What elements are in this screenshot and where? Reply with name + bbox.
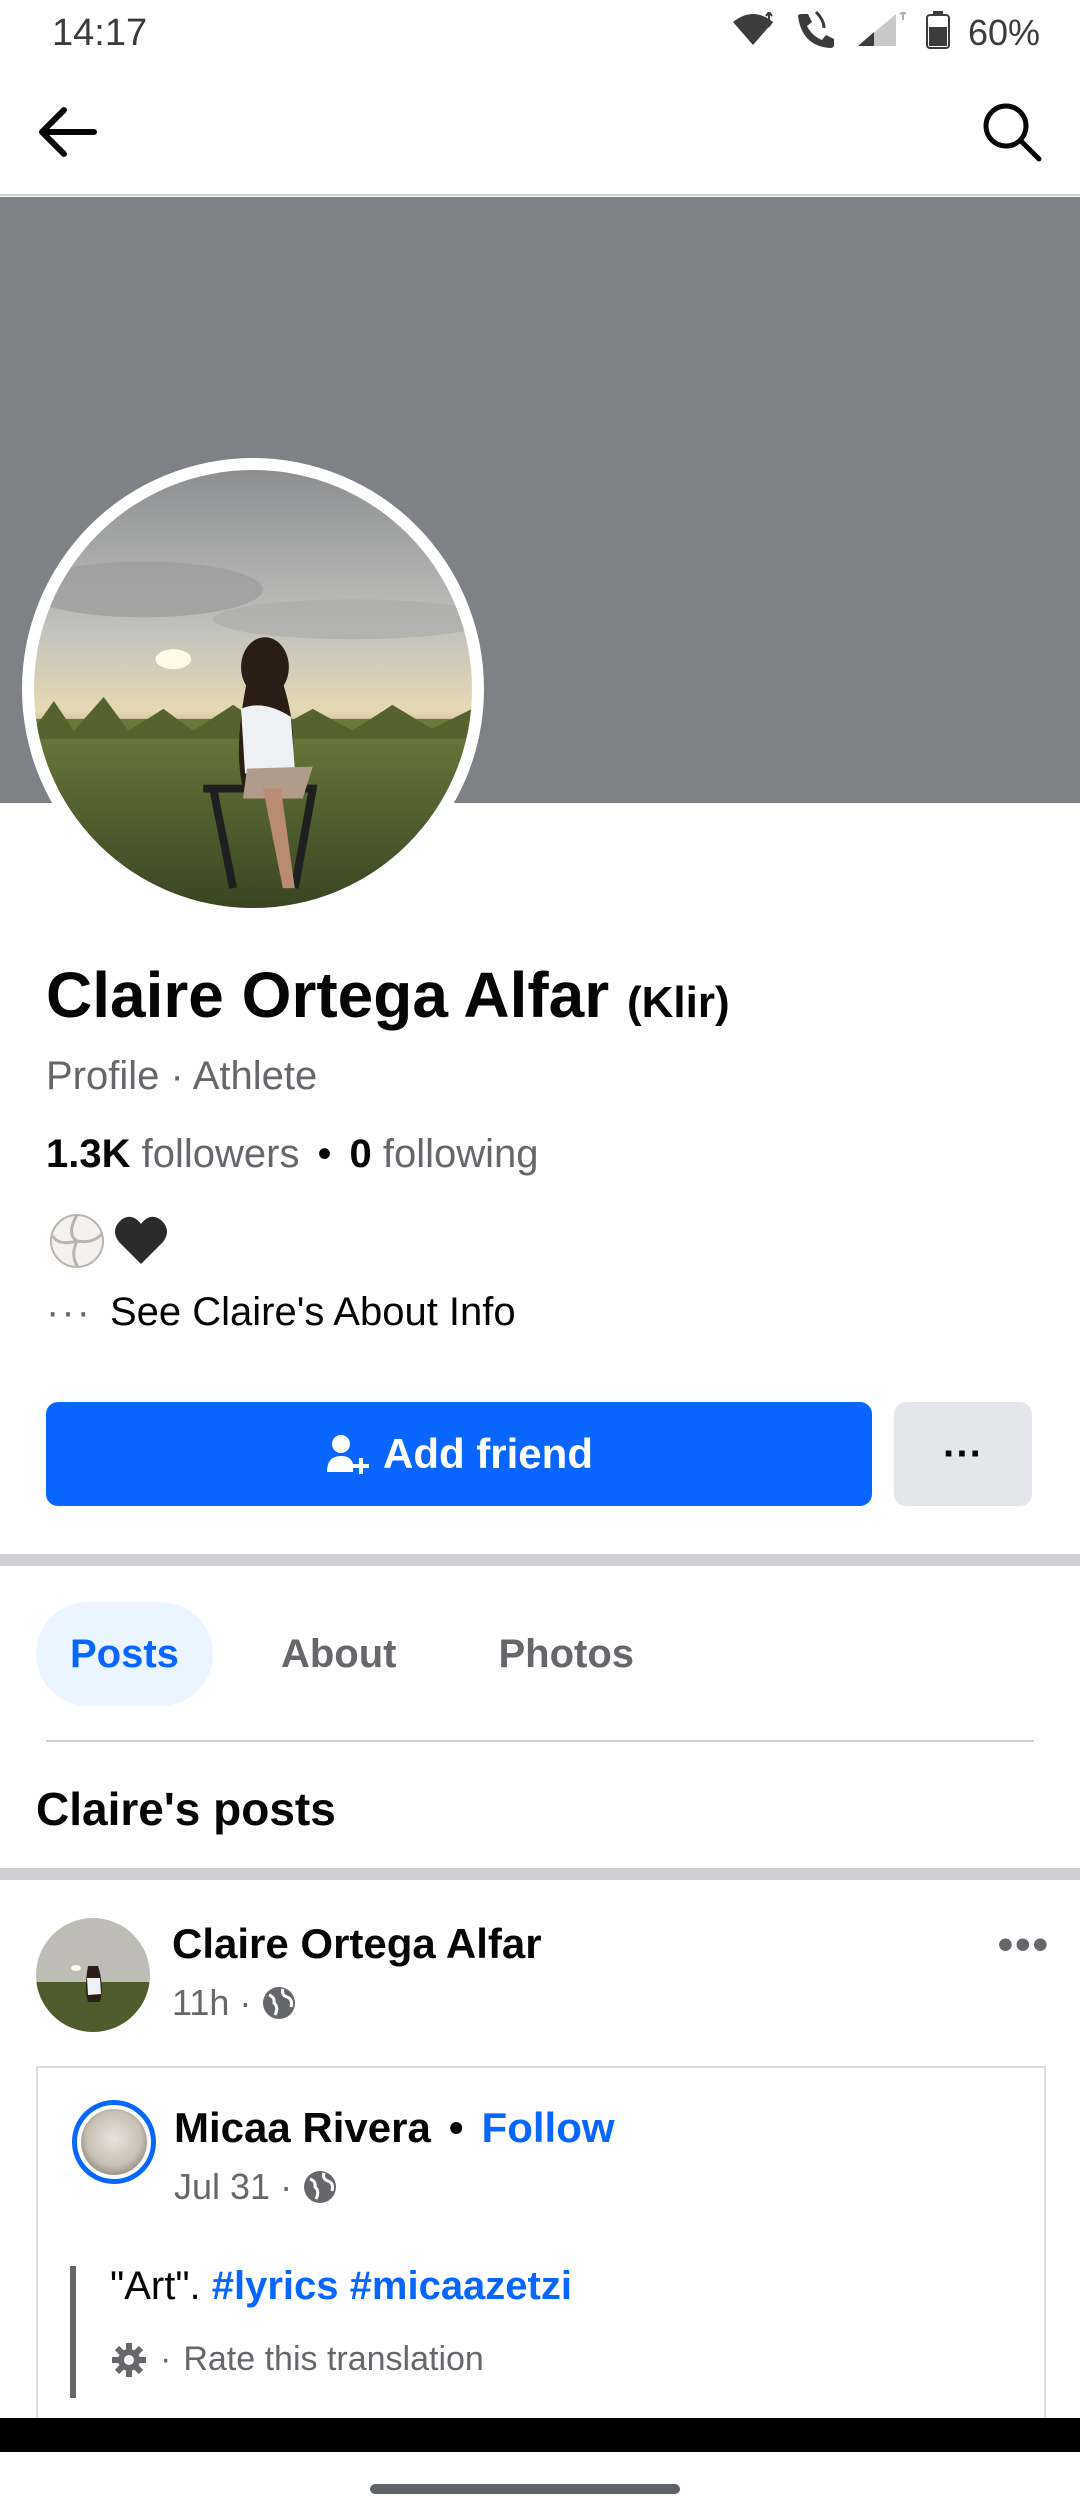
tab-posts[interactable]: Posts [36, 1602, 213, 1706]
profile-name: Claire Ortega Alfar (Klir) [46, 958, 730, 1032]
shared-post-text: "Art". #lyrics #micaazetzi [110, 2264, 572, 2309]
globe-icon [304, 2171, 337, 2203]
profile-stats: 1.3K followers • 0 following [46, 1132, 539, 1177]
following-link[interactable]: 0 following [349, 1132, 538, 1176]
about-link-label: See Claire's About Info [109, 1290, 516, 1334]
tab-about[interactable]: About [247, 1602, 431, 1706]
wifi-icon [730, 10, 776, 53]
signal-icon [856, 10, 908, 53]
status-bar: 14:17 60% [0, 0, 1080, 66]
battery-icon [925, 11, 950, 54]
add-friend-button[interactable]: Add friend [46, 1402, 872, 1506]
globe-icon [263, 1987, 296, 2019]
shared-author-name[interactable]: Micaa Rivera [174, 2104, 431, 2151]
call-icon [794, 10, 838, 55]
more-options-icon: ··· [943, 1431, 983, 1476]
gear-icon [112, 2342, 146, 2377]
followers-label: followers [141, 1132, 300, 1176]
profile-category: Profile · Athlete [46, 1054, 318, 1098]
add-friend-icon [327, 1435, 369, 1474]
post-meta: 11h · [172, 1982, 297, 2024]
shared-post-hashtags[interactable]: #lyrics #micaazetzi [212, 2264, 572, 2308]
section-divider [0, 1554, 1080, 1566]
more-options-button[interactable]: ··· [894, 1402, 1032, 1506]
tab-photos[interactable]: Photos [464, 1602, 668, 1706]
follow-button[interactable]: Follow [482, 2104, 615, 2151]
shared-author-separator: • [448, 2104, 464, 2151]
followers-link[interactable]: 1.3K followers [46, 1132, 299, 1176]
black-heart-icon [114, 1216, 168, 1264]
profile-full-name: Claire Ortega Alfar [46, 959, 610, 1031]
translation-separator: · [160, 2340, 172, 2378]
translation-row: · Rate this translation [110, 2340, 484, 2379]
section-divider [0, 1868, 1080, 1880]
shared-post-quote: "Art". [110, 2264, 201, 2308]
posts-heading: Claire's posts [36, 1783, 336, 1835]
post-author-avatar[interactable] [36, 1918, 150, 2032]
see-about-info-link[interactable]: ··· See Claire's About Info [46, 1290, 516, 1335]
volleyball-icon [50, 1214, 104, 1268]
shared-author-avatar[interactable] [72, 2100, 156, 2184]
add-friend-label: Add friend [383, 1430, 593, 1477]
about-dots-icon: ··· [46, 1290, 92, 1334]
following-label: following [382, 1132, 539, 1176]
battery-percent: 60% [967, 11, 1040, 53]
following-count: 0 [349, 1132, 372, 1176]
home-indicator[interactable] [370, 2484, 680, 2494]
shared-meta-separator: · [280, 2166, 293, 2207]
followers-count: 1.3K [46, 1132, 131, 1176]
shared-post-meta: Jul 31 · [174, 2166, 338, 2208]
search-icon [983, 103, 1042, 162]
tabs-divider [46, 1740, 1034, 1742]
top-nav [0, 66, 1080, 196]
search-button[interactable] [976, 98, 1048, 166]
status-icons: 60% [730, 10, 1040, 55]
shared-author-photo [81, 2109, 147, 2175]
status-time: 14:17 [52, 12, 148, 54]
post-meta-separator: · [239, 1982, 252, 2023]
post-more-options[interactable]: ••• [998, 1920, 1050, 1970]
stats-separator: • [317, 1132, 332, 1176]
shared-post-date[interactable]: Jul 31 [174, 2166, 270, 2208]
back-button[interactable] [30, 100, 102, 164]
bottom-edge [0, 2418, 1080, 2452]
arrow-left-icon [39, 107, 97, 157]
shared-author-row: Micaa Rivera • Follow [174, 2104, 615, 2152]
quote-bar [70, 2266, 76, 2398]
bio-emoji [48, 1212, 170, 1270]
profile-avatar[interactable] [22, 458, 484, 920]
profile-tabs: Posts About Photos [36, 1602, 668, 1706]
post-time[interactable]: 11h [172, 1982, 229, 2024]
post-author-name[interactable]: Claire Ortega Alfar [172, 1920, 542, 1968]
rate-translation-link[interactable]: Rate this translation [183, 2340, 484, 2379]
profile-nickname: (Klir) [626, 978, 730, 1027]
profile-photo [34, 470, 472, 908]
